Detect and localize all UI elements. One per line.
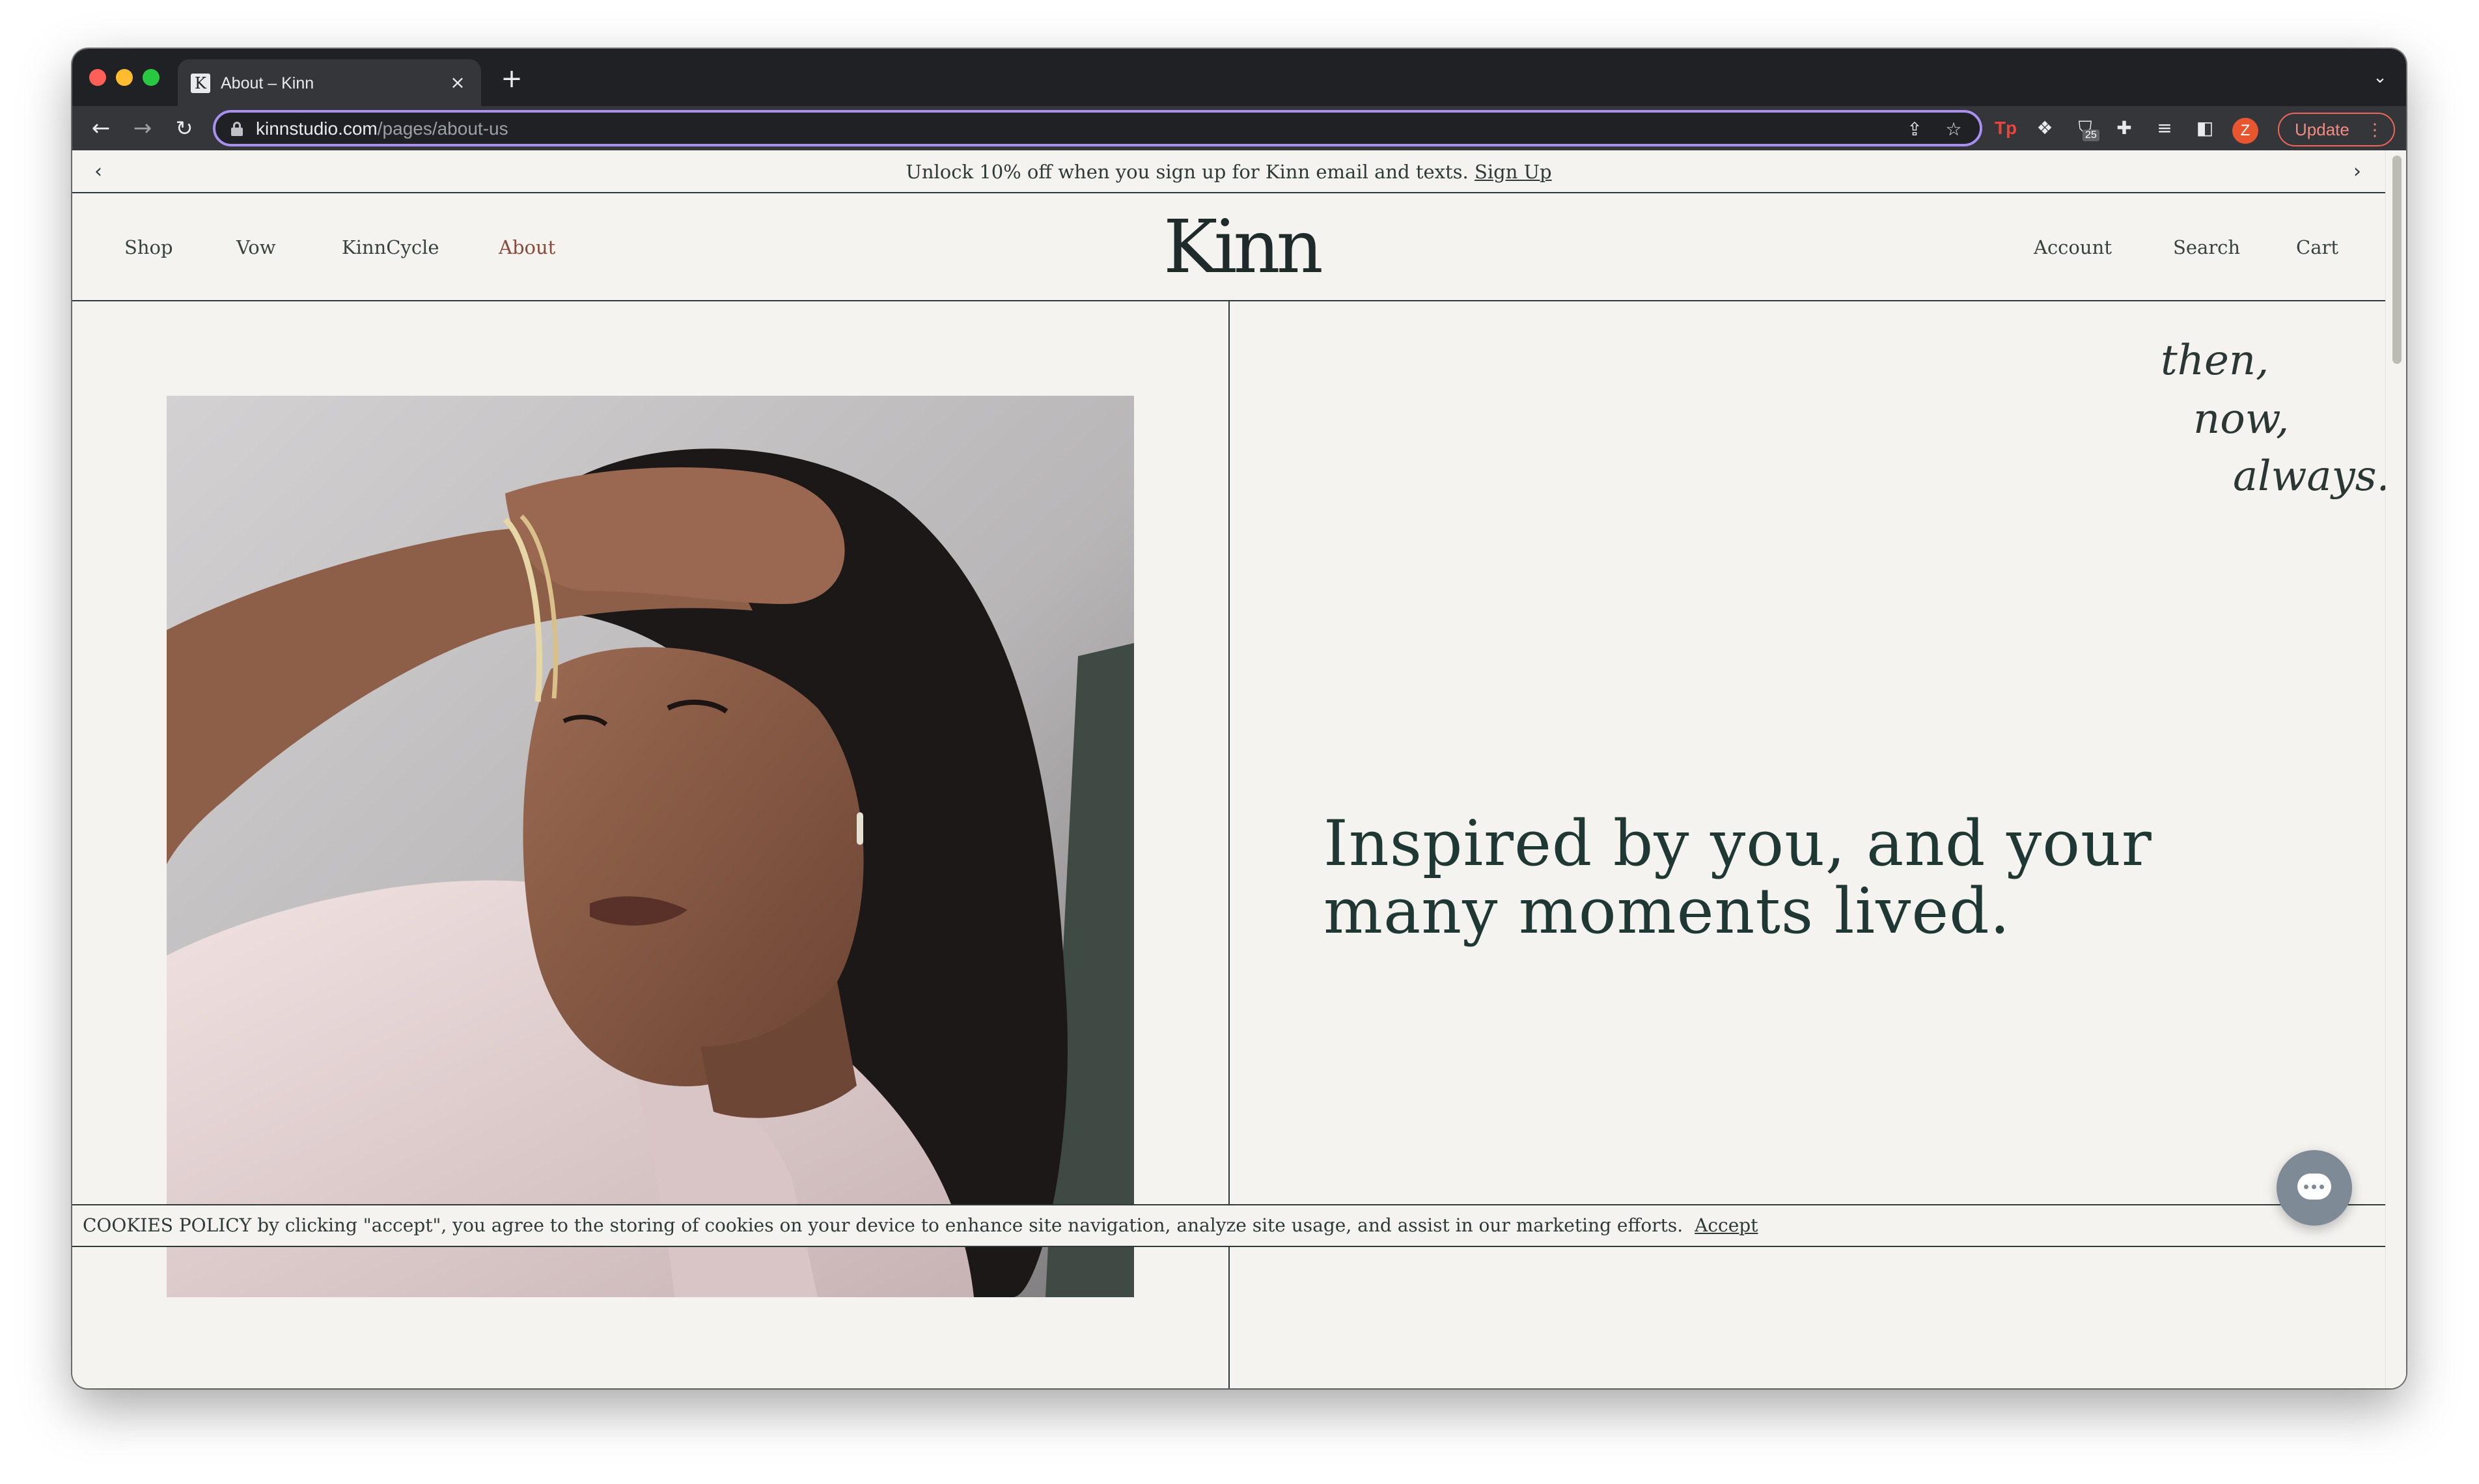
- new-tab-button[interactable]: +: [499, 66, 525, 92]
- url-text[interactable]: kinnstudio.com/pages/about-us: [256, 118, 508, 140]
- extensions-puzzle-icon[interactable]: ✚: [2111, 115, 2137, 141]
- cookie-accept-link[interactable]: Accept: [1695, 1215, 1758, 1236]
- maximize-window-button[interactable]: [143, 69, 159, 86]
- lock-icon[interactable]: [231, 122, 243, 136]
- nav-search[interactable]: Search: [2173, 231, 2240, 264]
- tab-title: About – Kinn: [221, 74, 314, 92]
- cookie-policy-text: COOKIES POLICY by clicking "accept", you…: [83, 1205, 1758, 1246]
- announcement-message: Unlock 10% off when you sign up for Kinn…: [906, 161, 1469, 183]
- hero-headline: Inspired by you, and your many moments l…: [1323, 807, 2152, 948]
- url-host: kinnstudio.com: [256, 118, 378, 139]
- cookie-message: COOKIES POLICY by clicking "accept", you…: [83, 1215, 1683, 1236]
- tagline-always: always.: [2233, 452, 2390, 501]
- close-tab-icon[interactable]: ×: [446, 71, 469, 94]
- nav-about[interactable]: About: [499, 231, 555, 264]
- page-viewport: ‹ Unlock 10% off when you sign up for Ki…: [72, 150, 2406, 1388]
- announcement-next-icon[interactable]: ›: [2338, 150, 2377, 193]
- hero-portrait-image: [167, 396, 1134, 1297]
- reload-icon[interactable]: ↻: [170, 114, 199, 143]
- tagline-now: now,: [2193, 395, 2290, 443]
- extension-leaf-icon[interactable]: ❖: [2032, 115, 2058, 141]
- sign-up-link[interactable]: Sign Up: [1475, 161, 1552, 183]
- extension-badge: 25: [2083, 130, 2099, 141]
- extension-blocker-icon[interactable]: ⛉ 25: [2072, 115, 2099, 141]
- more-vert-icon: ⋮: [2366, 120, 2383, 139]
- address-bar[interactable]: kinnstudio.com/pages/about-us ⇪ ☆: [213, 110, 1982, 146]
- minimize-window-button[interactable]: [116, 69, 133, 86]
- browser-window: K About – Kinn × + ⌄ ← → ↻ kinnstudio.co…: [72, 49, 2406, 1388]
- scrollbar-thumb[interactable]: [2392, 156, 2402, 364]
- announcement-prev-icon[interactable]: ‹: [79, 150, 118, 193]
- extension-tp-icon[interactable]: Tp: [1993, 115, 2019, 141]
- kinn-logo[interactable]: Kinn: [1163, 204, 1323, 291]
- star-icon[interactable]: ☆: [1942, 118, 1965, 141]
- nav-vow[interactable]: Vow: [236, 231, 276, 264]
- announcement-text: Unlock 10% off when you sign up for Kinn…: [906, 161, 1551, 183]
- back-arrow-icon[interactable]: ←: [87, 114, 115, 143]
- nav-cart[interactable]: Cart: [2296, 231, 2338, 264]
- media-queue-icon[interactable]: ≡: [2152, 115, 2178, 141]
- close-window-button[interactable]: [89, 69, 106, 86]
- chat-bubble-icon[interactable]: [2277, 1150, 2352, 1226]
- share-icon[interactable]: ⇪: [1903, 118, 1926, 141]
- announcement-bar: ‹ Unlock 10% off when you sign up for Ki…: [72, 150, 2385, 193]
- url-path: /pages/about-us: [377, 118, 508, 139]
- site-header: Shop Vow KinnCycle About Kinn Account Se…: [72, 193, 2385, 301]
- browser-toolbar: ← → ↻ kinnstudio.com/pages/about-us ⇪ ☆ …: [72, 106, 2406, 150]
- tab-search-chevron-icon[interactable]: ⌄: [2368, 66, 2392, 89]
- nav-account[interactable]: Account: [2034, 231, 2112, 264]
- active-tab[interactable]: K About – Kinn ×: [178, 59, 481, 106]
- tab-bar: K About – Kinn × + ⌄: [72, 49, 2406, 106]
- tagline-then: then,: [2161, 337, 2269, 385]
- page-scrollbar[interactable]: [2385, 150, 2406, 1388]
- nav-kinncycle[interactable]: KinnCycle: [342, 231, 439, 264]
- update-label: Update: [2295, 120, 2349, 139]
- side-panel-icon[interactable]: ◧: [2192, 115, 2218, 141]
- update-button[interactable]: Update ⋮: [2278, 113, 2395, 146]
- profile-avatar[interactable]: Z: [2232, 118, 2258, 144]
- cookie-banner: COOKIES POLICY by clicking "accept", you…: [72, 1204, 2385, 1247]
- forward-arrow-icon[interactable]: →: [128, 114, 157, 143]
- kinn-favicon-icon: K: [191, 74, 210, 93]
- nav-shop[interactable]: Shop: [124, 231, 173, 264]
